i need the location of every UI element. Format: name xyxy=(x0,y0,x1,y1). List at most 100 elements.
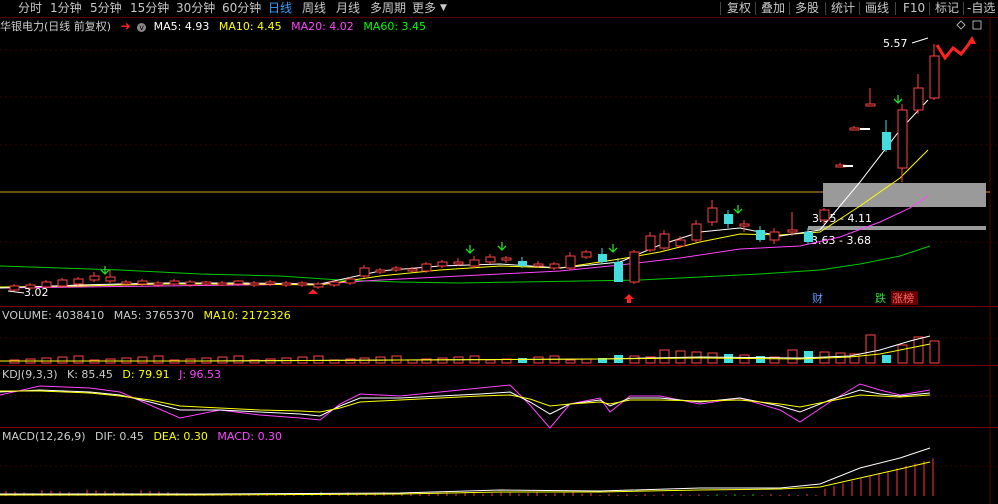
drop-badge[interactable]: 跌 xyxy=(875,291,886,305)
volume-bar xyxy=(73,355,84,364)
candle-body xyxy=(849,127,860,131)
zigzag-trend-icon xyxy=(935,39,974,61)
price-dash-marker xyxy=(843,165,853,167)
candle-body xyxy=(501,257,512,261)
green-down-arrow-icon xyxy=(608,244,618,253)
candle-body xyxy=(929,55,940,99)
candle-body xyxy=(724,214,733,224)
candle-body xyxy=(297,282,308,286)
candle-body xyxy=(437,261,448,267)
volume-bar xyxy=(804,351,813,363)
square-toggle-icon[interactable] xyxy=(972,20,982,30)
volume-bar xyxy=(518,358,527,363)
candle-body xyxy=(819,209,830,221)
candle-body xyxy=(756,230,765,240)
candle-body xyxy=(549,263,560,269)
limit-up-badge[interactable]: 涨榜 xyxy=(892,291,914,305)
candle-body xyxy=(137,280,148,285)
volume-bar xyxy=(787,349,798,364)
volume-bar xyxy=(313,355,324,364)
candle-body xyxy=(313,283,324,288)
volume-ma10-line xyxy=(0,343,931,362)
candle-body xyxy=(581,251,592,258)
support-zone xyxy=(808,226,986,230)
candle-body xyxy=(675,239,686,247)
candle-body xyxy=(57,279,68,287)
candle-body xyxy=(787,229,798,233)
candle-body xyxy=(453,261,464,265)
green-down-arrow-icon xyxy=(497,242,507,251)
candle-body xyxy=(691,223,702,241)
candle-body xyxy=(89,275,100,281)
kdj-k-line xyxy=(0,389,931,417)
volume-bar xyxy=(629,355,640,364)
volume-bar xyxy=(929,340,940,364)
candle-body xyxy=(233,280,244,285)
candle-body xyxy=(565,255,576,269)
candle-body xyxy=(407,268,418,272)
zone2-label: 3.63 - 3.68 xyxy=(811,234,871,247)
candle-body xyxy=(518,261,527,266)
low-pointer-line xyxy=(7,290,25,294)
candle-body xyxy=(345,278,356,284)
volume-bar xyxy=(882,355,891,363)
candle-body xyxy=(707,207,718,223)
pressure-zone xyxy=(823,183,986,207)
volume-bar xyxy=(913,336,924,364)
candle-body xyxy=(281,282,292,286)
price-dash-marker xyxy=(860,128,870,130)
green-down-arrow-icon xyxy=(465,245,475,254)
diamond-icon[interactable] xyxy=(956,20,966,30)
volume-bar xyxy=(659,349,670,364)
candle-body xyxy=(659,233,670,249)
finance-badge[interactable]: 财 xyxy=(812,291,823,305)
candle-body xyxy=(73,278,84,285)
volume-bar xyxy=(565,359,576,364)
candle-body xyxy=(897,109,908,169)
candlestick-series xyxy=(9,44,940,292)
candle-body xyxy=(913,87,924,111)
candle-body xyxy=(329,281,340,286)
candle-body xyxy=(598,254,607,262)
candle-body xyxy=(645,235,656,251)
low-price-label: 3.02 xyxy=(24,286,49,299)
candle-body xyxy=(249,282,260,286)
candle-body xyxy=(185,281,196,286)
candle-body xyxy=(359,267,370,277)
high-price-label: 5.57 xyxy=(883,37,908,50)
volume-bar xyxy=(153,355,164,364)
red-triangle-icon xyxy=(308,289,318,294)
trend-arrow-icon xyxy=(967,36,976,44)
ma20-line xyxy=(0,195,929,289)
kline-chart[interactable]: 3.95 - 4.11 3.63 - 3.68 5.57 3.02 财 跌 涨榜 xyxy=(0,0,998,504)
candle-body xyxy=(485,256,496,263)
candle-body xyxy=(421,263,432,272)
volume-bar xyxy=(233,355,244,364)
volume-bar xyxy=(739,354,750,364)
candle-body xyxy=(391,267,402,271)
volume-bar xyxy=(581,358,592,364)
volume-bar xyxy=(437,357,448,364)
candle-body xyxy=(469,259,480,267)
candle-body xyxy=(804,232,813,242)
candle-body xyxy=(533,263,544,267)
ma5-line xyxy=(0,99,929,289)
volume-bar xyxy=(897,344,908,364)
candle-body xyxy=(265,281,276,285)
red-up-arrow-icon xyxy=(624,294,634,303)
candle-body xyxy=(865,103,876,107)
candle-body xyxy=(375,269,386,273)
macd-dea-line xyxy=(0,461,931,496)
volume-bar xyxy=(391,355,402,364)
candle-body xyxy=(121,281,132,285)
candle-body xyxy=(739,223,750,227)
candle-body xyxy=(614,262,623,282)
candle-body xyxy=(169,280,180,285)
candle-body xyxy=(217,282,228,286)
volume-bar xyxy=(217,356,228,364)
macd-dif-line xyxy=(0,447,931,495)
high-pointer-line xyxy=(911,37,929,44)
candle-body xyxy=(629,251,640,283)
ma60-line xyxy=(0,245,931,284)
ma10-line xyxy=(0,149,929,288)
